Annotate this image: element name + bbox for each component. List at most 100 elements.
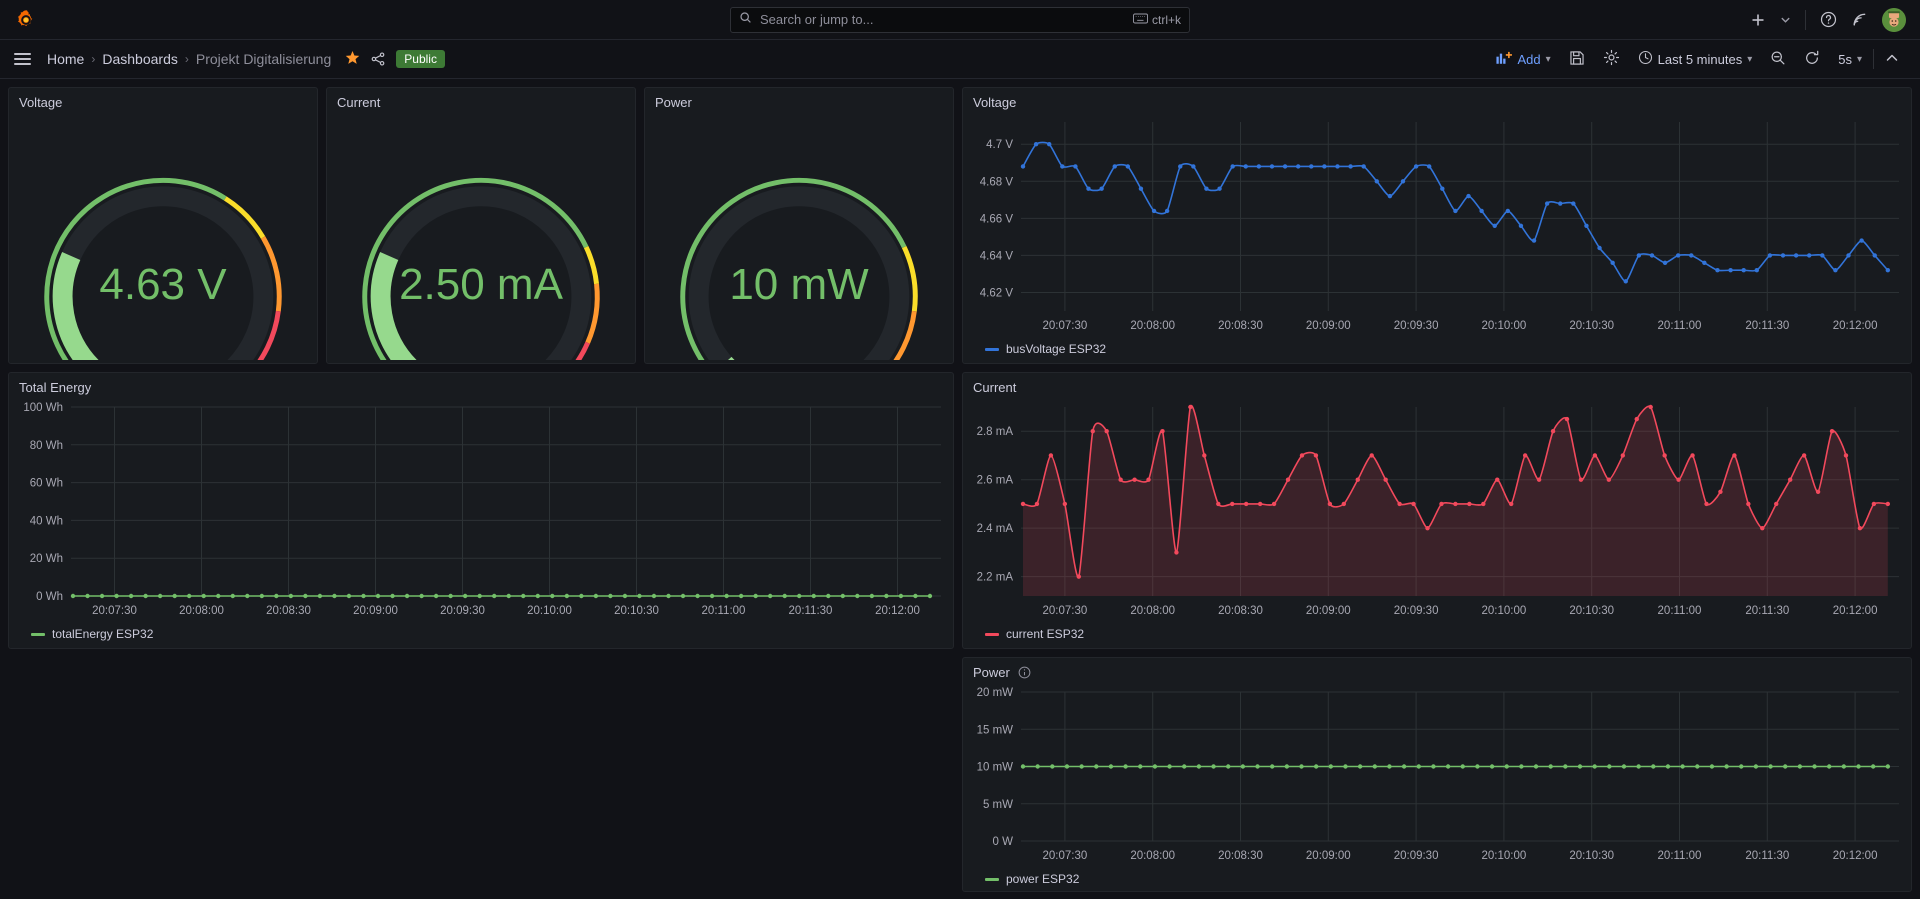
refresh-interval-picker[interactable]: 5s ▾ <box>1831 48 1869 71</box>
svg-text:20:08:30: 20:08:30 <box>1218 320 1263 332</box>
svg-text:20 Wh: 20 Wh <box>30 553 63 565</box>
svg-text:2.6 mA: 2.6 mA <box>977 475 1014 487</box>
top-nav-actions <box>1750 7 1906 32</box>
svg-text:4.68 V: 4.68 V <box>980 176 1014 188</box>
gauge-power: 10 mW <box>645 112 953 360</box>
svg-text:80 Wh: 80 Wh <box>30 440 63 452</box>
panel-gauge-power[interactable]: Power 10 mW <box>644 87 954 364</box>
svg-text:100 Wh: 100 Wh <box>23 402 63 414</box>
svg-text:20:09:30: 20:09:30 <box>1394 850 1439 862</box>
panel-title: Power <box>963 658 1911 682</box>
chevron-down-icon[interactable] <box>1780 14 1791 25</box>
legend-voltage[interactable]: busVoltage ESP32 <box>963 342 1911 356</box>
breadcrumb-item-current: Projekt Digitalisierung <box>195 51 332 67</box>
gauge-voltage: 4.63 V <box>9 112 317 360</box>
legend-current[interactable]: current ESP32 <box>963 627 1911 641</box>
top-navigation-bar: Search or jump to... ctrl+k <box>0 0 1920 40</box>
add-panel-label: Add <box>1517 51 1541 67</box>
panel-gauge-current[interactable]: Current 2.50 mA <box>326 87 636 364</box>
svg-text:20:11:00: 20:11:00 <box>702 605 746 617</box>
svg-text:2.2 mA: 2.2 mA <box>977 572 1014 584</box>
time-range-picker[interactable]: Last 5 minutes ▾ <box>1631 46 1760 72</box>
chart-current: 2.2 mA 2.4 mA 2.6 mA 2.8 mA 20:07:30 20:08:00… <box>963 397 1911 627</box>
legend-power[interactable]: power ESP32 <box>963 872 1911 886</box>
svg-text:20:11:30: 20:11:30 <box>1745 605 1789 617</box>
panel-timeseries-voltage[interactable]: Voltage 4.62 V 4.64 V 4.66 V 4.68 V 4.7 V 20:… <box>962 87 1912 364</box>
clock-icon <box>1638 50 1653 68</box>
create-new-button[interactable] <box>1750 12 1766 28</box>
dashboard-settings-button[interactable] <box>1596 45 1627 73</box>
refresh-dashboard-button[interactable] <box>1797 46 1827 73</box>
help-circle-icon[interactable] <box>1820 11 1837 28</box>
breadcrumb: Home › Dashboards › Projekt Digitalisier… <box>47 51 331 67</box>
save-disk-icon <box>1569 50 1585 69</box>
legend-swatch <box>985 632 999 636</box>
svg-text:20:10:30: 20:10:30 <box>1569 850 1614 862</box>
hamburger-menu-icon[interactable] <box>14 53 31 65</box>
chevron-up-icon <box>1885 51 1899 68</box>
legend-energy[interactable]: totalEnergy ESP32 <box>9 627 953 641</box>
panel-title: Current <box>973 380 1017 395</box>
grafana-logo-icon[interactable] <box>12 6 40 34</box>
svg-text:0 W: 0 W <box>993 836 1014 848</box>
chart-power: 0 W 5 mW 10 mW 15 mW 20 mW 20:07:30 20:08:00 20… <box>963 682 1911 872</box>
svg-text:20:10:00: 20:10:00 <box>1482 605 1527 617</box>
svg-text:4.66 V: 4.66 V <box>980 213 1014 225</box>
save-dashboard-button[interactable] <box>1562 46 1592 73</box>
user-avatar[interactable] <box>1882 7 1906 32</box>
zoom-out-time-button[interactable] <box>1763 46 1793 73</box>
keyboard-icon <box>1133 13 1148 27</box>
panel-title: Voltage <box>19 95 63 110</box>
add-panel-button[interactable]: Add ▾ <box>1489 47 1557 72</box>
status-badge-public: Public <box>396 50 445 68</box>
panel-timeseries-energy[interactable]: Total Energy 0 Wh 20 Wh 40 Wh 60 Wh 80 Wh 100… <box>8 372 954 649</box>
search-shortcut-hint: ctrl+k <box>1133 13 1181 27</box>
svg-text:20 mW: 20 mW <box>977 687 1014 699</box>
svg-text:20:09:00: 20:09:00 <box>1306 605 1351 617</box>
svg-text:2.8 mA: 2.8 mA <box>977 426 1014 438</box>
svg-text:4.7 V: 4.7 V <box>986 139 1013 151</box>
panel-gauge-voltage[interactable]: Voltage 4.63 V <box>8 87 318 364</box>
panel-title-text: Power <box>973 665 1010 680</box>
svg-text:20:10:30: 20:10:30 <box>1569 605 1614 617</box>
svg-text:20:09:00: 20:09:00 <box>353 605 398 617</box>
svg-text:5 mW: 5 mW <box>983 799 1013 811</box>
svg-text:20:12:00: 20:12:00 <box>1833 605 1878 617</box>
gauge-value: 10 mW <box>729 260 869 309</box>
search-input[interactable]: Search or jump to... ctrl+k <box>730 6 1190 33</box>
gear-icon <box>1603 49 1620 69</box>
divider <box>1873 49 1874 69</box>
svg-text:20:11:30: 20:11:30 <box>1745 850 1789 862</box>
legend-swatch <box>985 877 999 881</box>
svg-text:20:08:00: 20:08:00 <box>1130 320 1175 332</box>
add-panel-icon <box>1496 51 1513 68</box>
svg-text:20:11:30: 20:11:30 <box>789 605 833 617</box>
svg-text:20:10:30: 20:10:30 <box>1569 320 1614 332</box>
svg-text:20:10:00: 20:10:00 <box>1482 850 1527 862</box>
refresh-icon <box>1804 50 1820 69</box>
share-nodes-icon[interactable] <box>370 51 386 67</box>
svg-text:10 mW: 10 mW <box>977 762 1014 774</box>
svg-text:20:09:30: 20:09:30 <box>440 605 485 617</box>
panel-title: Voltage <box>973 95 1017 110</box>
news-rss-icon[interactable] <box>1851 11 1868 28</box>
breadcrumb-item-home[interactable]: Home <box>47 51 84 67</box>
breadcrumb-item-dashboards[interactable]: Dashboards <box>102 51 178 67</box>
svg-text:20:10:00: 20:10:00 <box>1482 320 1527 332</box>
zoom-out-icon <box>1770 50 1786 69</box>
search-placeholder: Search or jump to... <box>760 12 874 27</box>
svg-text:20:11:00: 20:11:00 <box>1658 850 1702 862</box>
star-filled-icon[interactable] <box>345 50 360 69</box>
svg-text:20:08:00: 20:08:00 <box>1130 850 1175 862</box>
collapse-toolbar-button[interactable] <box>1878 47 1906 72</box>
svg-text:20:08:30: 20:08:30 <box>1218 605 1263 617</box>
panel-timeseries-current[interactable]: Current 2.2 mA 2.4 mA 2.6 mA 2.8 mA 20:07:30… <box>962 372 1912 649</box>
panel-timeseries-power[interactable]: Power 0 W 5 mW 10 mW 15 mW 20 mW 20:07:30 20:0… <box>962 657 1912 892</box>
svg-text:20:10:30: 20:10:30 <box>614 605 659 617</box>
search-icon <box>739 11 752 29</box>
svg-text:20:09:30: 20:09:30 <box>1394 605 1439 617</box>
gauge-value: 4.63 V <box>99 260 227 309</box>
info-circle-icon[interactable] <box>1018 666 1031 679</box>
svg-text:20:08:00: 20:08:00 <box>179 605 224 617</box>
gauge-current: 2.50 mA <box>327 112 635 360</box>
